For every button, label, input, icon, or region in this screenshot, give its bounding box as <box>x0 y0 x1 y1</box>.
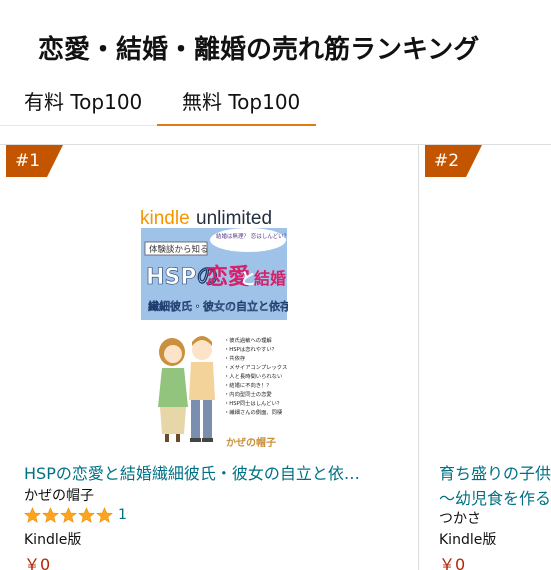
cover-subline: 繊細彼氏・彼女の自立と依存 <box>148 299 288 313</box>
svg-text:・彼氏過敏への理解: ・彼氏過敏への理解 <box>224 336 272 344</box>
ranking-card: #2 育ち盛りの子供 ～幼児食を作る つかさ Kindle版 ￥0 <box>419 145 551 570</box>
svg-text:・HSPは恋れやすい？: ・HSPは恋れやすい？ <box>224 345 277 353</box>
tab-paid-top100[interactable]: 有料 Top100 <box>24 86 142 126</box>
star-icon <box>60 506 77 523</box>
star-rating[interactable]: 1 <box>24 505 127 525</box>
book-cover-image: kindle unlimited 結婚は無理？ 恋はしんどい？ 諦める必要ありま… <box>140 208 351 449</box>
book-title-link[interactable]: 育ち盛りの子供 <box>439 460 551 484</box>
svg-text:・メサイアコンプレックス: ・メサイアコンプレックス <box>224 364 287 371</box>
cover-bullets: ・彼氏過敏への理解 ・HSPは恋れやすい？ ・共依存 ・メサイアコンプレックス … <box>224 336 287 416</box>
cover-headline-d: 結婚 <box>254 269 286 288</box>
tab-bar: 有料 Top100 無料 Top100 <box>0 86 551 130</box>
cover-tagline: 体験談から知る <box>149 244 209 255</box>
book-cover[interactable]: kindle unlimited 結婚は無理？ 恋はしんどい？ 諦める必要ありま… <box>140 202 351 450</box>
rating-count[interactable]: 1 <box>118 507 127 523</box>
book-format: Kindle版 <box>24 532 82 548</box>
rank-badge: #2 <box>425 145 482 177</box>
tab-free-top100[interactable]: 無料 Top100 <box>182 86 300 126</box>
book-author: かぜの帽子 <box>24 488 94 504</box>
selected-tab-indicator <box>157 124 316 126</box>
book-title-link-line2[interactable]: ～幼児食を作る <box>439 485 551 509</box>
rank-badge: #1 <box>6 145 63 177</box>
star-icon <box>42 506 59 523</box>
ranking-grid: #1 kindle unlimited 結婚は無理？ 恋はしんどい？ 諦める必要… <box>0 144 551 570</box>
svg-text:・共依存: ・共依存 <box>224 354 246 362</box>
svg-text:・繊細さんの側面、同棲: ・繊細さんの側面、同棲 <box>224 408 283 416</box>
cover-author-mark: かぜの帽子 <box>226 436 276 449</box>
cover-brand-kindle: kindle <box>140 208 190 229</box>
ranking-card: #1 kindle unlimited 結婚は無理？ 恋はしんどい？ 諦める必要… <box>0 145 419 570</box>
cover-brand-unlimited: unlimited <box>196 208 272 229</box>
page-title: 恋愛・結婚・離婚の売れ筋ランキング <box>38 35 480 65</box>
svg-text:・結婚に不向き！？: ・結婚に不向き！？ <box>224 381 272 389</box>
cover-bubble <box>210 228 286 252</box>
svg-text:・人と長時間いられない: ・人と長時間いられない <box>224 373 282 380</box>
book-price: ￥0 <box>24 555 51 570</box>
book-price: ￥0 <box>439 555 466 570</box>
book-format: Kindle版 <box>439 532 497 548</box>
star-icon <box>24 506 41 523</box>
book-title-link[interactable]: HSPの恋愛と結婚繊細彼氏・彼女の自立と依… <box>24 460 404 484</box>
book-author: つかさ <box>439 511 481 527</box>
star-icon <box>96 506 113 523</box>
cover-bubble-text: 結婚は無理？ 恋はしんどい？ 諦める必要ありません！ <box>216 232 288 240</box>
cover-illustration <box>158 336 215 442</box>
svg-text:・内向型同士の恋愛: ・内向型同士の恋愛 <box>224 390 272 398</box>
svg-text:・HSP同士はしんどい？: ・HSP同士はしんどい？ <box>224 399 282 407</box>
star-icon <box>78 506 95 523</box>
